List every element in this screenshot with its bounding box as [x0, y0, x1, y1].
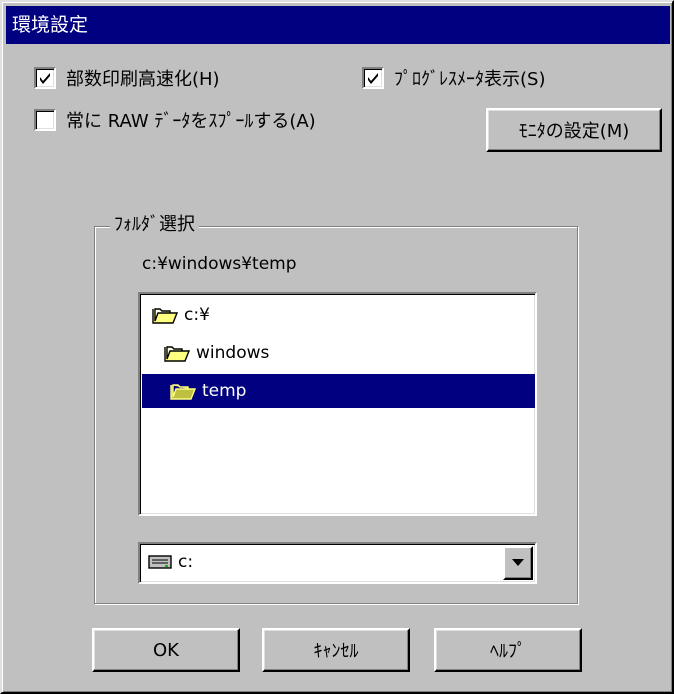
folder-name: c:¥	[184, 305, 210, 325]
drive-dropdown-button[interactable]	[503, 546, 533, 580]
high-speed-print-label: 部数印刷高速化(H)	[66, 69, 220, 90]
always-raw-spool-option[interactable]: 常に RAW ﾃﾞｰﾀをｽﾌﾟｰﾙする(A)	[34, 106, 316, 134]
title-bar: 環境設定	[6, 6, 670, 44]
always-raw-spool-label: 常に RAW ﾃﾞｰﾀをｽﾌﾟｰﾙする(A)	[66, 111, 316, 132]
high-speed-print-checkbox[interactable]	[34, 67, 56, 89]
help-button[interactable]: ﾍﾙﾌﾟ	[434, 628, 582, 672]
cancel-button[interactable]: ｷｬﾝｾﾙ	[262, 628, 410, 672]
open-folder-icon	[164, 344, 190, 362]
folder-name: windows	[196, 343, 270, 363]
progress-meter-label: ﾌﾟﾛｸﾞﾚｽﾒｰﾀ表示(S)	[394, 69, 546, 90]
open-folder-icon	[170, 382, 196, 400]
folder-name: temp	[202, 381, 247, 401]
settings-dialog: 環境設定 部数印刷高速化(H) ﾌﾟﾛｸﾞﾚｽﾒｰﾀ表示(S) 常に RAW ﾃ…	[0, 0, 674, 694]
chevron-down-icon	[512, 559, 524, 566]
ok-button[interactable]: OK	[92, 628, 240, 672]
folder-item-root[interactable]: c:¥	[148, 298, 214, 332]
checkmark-icon	[40, 73, 50, 84]
open-folder-icon	[152, 306, 178, 324]
current-path-label: c:¥windows¥temp	[142, 254, 297, 274]
folder-item-temp[interactable]: temp	[142, 374, 535, 408]
folder-item-windows[interactable]: windows	[160, 336, 273, 370]
drive-select[interactable]: c:	[138, 542, 537, 584]
progress-meter-option[interactable]: ﾌﾟﾛｸﾞﾚｽﾒｰﾀ表示(S)	[362, 64, 545, 92]
window-title: 環境設定	[12, 14, 89, 36]
folder-select-title: ﾌｫﾙﾀﾞ選択	[110, 212, 199, 238]
folder-listbox[interactable]: c:¥ windows temp	[138, 292, 537, 516]
high-speed-print-option[interactable]: 部数印刷高速化(H)	[34, 64, 220, 92]
progress-meter-checkbox[interactable]	[362, 67, 384, 89]
checkmark-icon	[368, 73, 378, 84]
always-raw-spool-checkbox[interactable]	[34, 109, 56, 131]
drive-icon	[148, 554, 172, 570]
monitor-settings-button[interactable]: ﾓﾆﾀの設定(M)	[486, 108, 662, 152]
drive-value: c:	[178, 552, 194, 572]
